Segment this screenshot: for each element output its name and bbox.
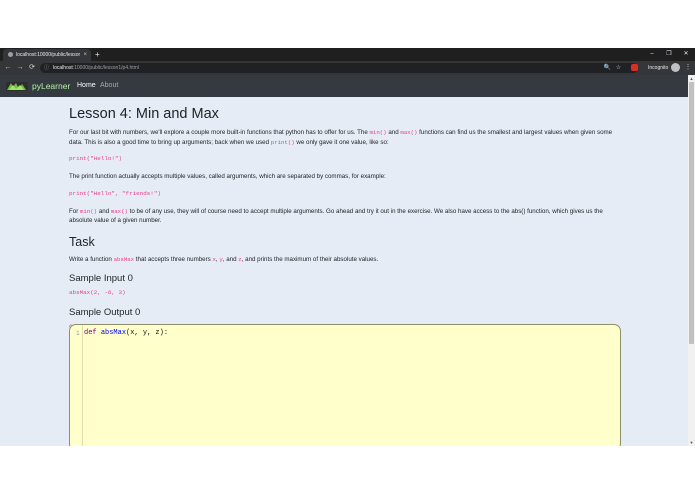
address-url: localhost:10000/public/lesson1/p4.html	[53, 63, 139, 73]
code-params: (x, y, z):	[126, 329, 169, 337]
intro-paragraph: For our last bit with numbers, we'll exp…	[69, 128, 621, 147]
task-text-5: , and prints the maximum of their absolu…	[241, 255, 379, 263]
code-keyword: def	[84, 329, 97, 337]
code-editor[interactable]: 1 def absMax(x, y, z):	[69, 324, 621, 446]
editor-gutter	[70, 325, 83, 446]
print-args-paragraph: The print function actually accepts mult…	[69, 173, 386, 180]
url-path: :10000/public/lesson1/p4.html	[72, 65, 139, 71]
browser-menu-icon[interactable]: ⋮	[683, 61, 693, 75]
tab-title: localhost:10000/public/lesson1/p	[16, 52, 80, 58]
absmax-code: absMax	[113, 255, 135, 263]
task-description: Write a function absMax that accepts thr…	[69, 255, 621, 265]
minmax-paragraph: For min() and max() to be of any use, th…	[69, 207, 621, 226]
example-code-1: print("Hello!")	[69, 155, 123, 162]
new-tab-button[interactable]: +	[95, 49, 100, 60]
url-host: localhost	[53, 65, 73, 71]
info-icon[interactable]: ⓘ	[44, 63, 49, 73]
intro-text-2: and	[386, 129, 401, 136]
scrollbar-thumb[interactable]	[689, 82, 694, 344]
nav-link-about[interactable]: About	[100, 75, 118, 97]
max-code-2: max()	[110, 207, 128, 215]
sample-output-heading: Sample Output 0	[69, 307, 141, 318]
editor-code-line[interactable]: def absMax(x, y, z):	[84, 329, 168, 337]
site-navbar: pyLearner Home About	[0, 75, 688, 97]
lesson-content: Lesson 4: Min and Max For our last bit w…	[69, 105, 621, 340]
minimize-button[interactable]: –	[644, 48, 660, 60]
page-viewport: pyLearner Home About Lesson 4: Min and M…	[0, 75, 688, 446]
code-function-name: absMax	[100, 329, 127, 337]
browser-tab-strip	[0, 48, 695, 61]
lesson-title: Lesson 4: Min and Max	[69, 106, 219, 122]
intro-text-1: For our last bit with numbers, we'll exp…	[69, 129, 370, 136]
top-margin	[0, 0, 695, 48]
nav-link-home[interactable]: Home	[77, 75, 96, 97]
incognito-avatar-icon[interactable]	[671, 63, 680, 72]
reload-button[interactable]: ⟳	[26, 61, 38, 75]
forward-button[interactable]: →	[14, 61, 26, 75]
bottom-margin	[0, 446, 695, 494]
back-button[interactable]: ←	[2, 61, 14, 75]
incognito-label: Incognito	[648, 65, 669, 71]
brand-name[interactable]: pyLearner	[32, 75, 70, 97]
favicon-icon	[8, 52, 13, 57]
restore-button[interactable]: ❐	[661, 48, 677, 60]
para3-text-1: For	[69, 207, 81, 215]
line-number: 1	[76, 330, 80, 337]
task-text-4: , and	[222, 255, 239, 263]
min-code: min()	[369, 129, 387, 136]
min-code-2: min()	[80, 207, 98, 215]
task-heading: Task	[69, 234, 95, 249]
task-text-1: Write a function	[69, 255, 114, 263]
intro-text-4: we only gave it one value, like so:	[294, 138, 389, 146]
browser-tab[interactable]: localhost:10000/public/lesson1/p ×	[3, 49, 91, 61]
bookmark-star-icon[interactable]: ☆	[614, 63, 623, 73]
tab-close-icon[interactable]: ×	[83, 49, 87, 61]
pylearner-logo-icon[interactable]	[6, 81, 28, 92]
example-code-2: print("Hello", "friends!")	[69, 189, 161, 197]
para3-text-3: to be of any use, they will of course ne…	[69, 207, 603, 225]
scroll-down-icon[interactable]: ▼	[689, 440, 694, 445]
print-code: print()	[270, 138, 295, 146]
sample-input: absMax(2, -6, 3)	[69, 289, 126, 296]
scroll-up-icon[interactable]: ▲	[689, 76, 694, 81]
zoom-icon[interactable]: 🔍	[603, 63, 612, 73]
max-code: max()	[400, 129, 418, 136]
address-bar[interactable]: ⓘ localhost:10000/public/lesson1/p4.html	[40, 63, 638, 73]
task-text-2: that accepts three numbers	[134, 255, 213, 263]
sample-input-heading: Sample Input 0	[69, 273, 133, 284]
para3-text-2: and	[97, 207, 111, 215]
extension-icon[interactable]	[631, 64, 638, 71]
close-window-button[interactable]: ✕	[678, 48, 694, 60]
